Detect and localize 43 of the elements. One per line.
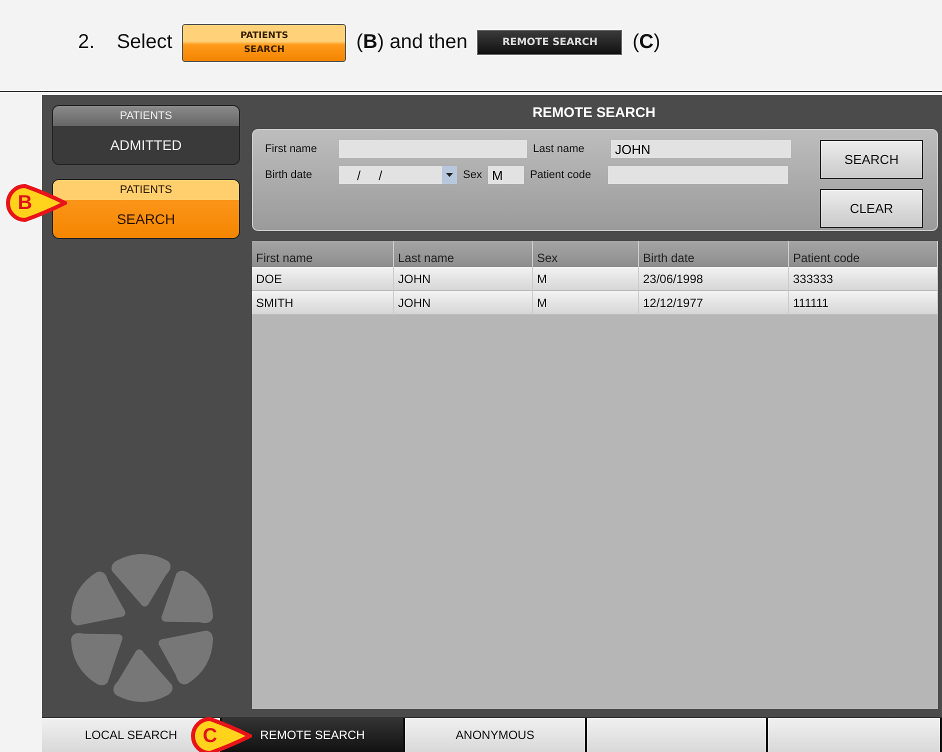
instruction-text: (C) (632, 31, 660, 54)
field-label: Sex (463, 169, 482, 181)
column-header: Birth date (639, 241, 789, 267)
sidebar-button[interactable]: PATIENTS ADMITTED (52, 105, 240, 165)
birth-date-field[interactable]: / / (339, 166, 457, 184)
dropdown-caret-icon (446, 173, 453, 177)
action-button[interactable]: SEARCH (820, 140, 923, 179)
table-cell: SMITH (252, 291, 394, 315)
instruction-text: (B) and then (356, 31, 468, 54)
patients-search-button-image: PATIENTS SEARCH (182, 24, 346, 62)
bottom-tab[interactable]: ANONYMOUS (405, 718, 587, 752)
last-name-field[interactable]: JOHN (611, 140, 791, 158)
column-header: Patient code (789, 241, 938, 267)
instruction-text: Select (116, 31, 172, 54)
field-label: Last name (533, 143, 586, 155)
callout-marker-overlay: B (5, 183, 67, 223)
table-cell: JOHN (394, 291, 533, 315)
sidebar-button[interactable]: PATIENTS SEARCH (52, 179, 240, 239)
table-cell: 12/12/1977 (639, 291, 789, 315)
field-label: First name (265, 143, 318, 155)
field-label: Patient code (530, 169, 592, 181)
panel-title: REMOTE SEARCH (532, 103, 656, 122)
column-header: Sex (533, 241, 639, 267)
table-cell: DOE (252, 267, 394, 291)
table-cell: JOHN (394, 267, 533, 291)
bottom-tab[interactable]: REMOTE SEARCH (222, 718, 405, 752)
callout-marker-overlay: C (190, 716, 252, 752)
table-cell: 111111 (789, 291, 938, 315)
column-header: First name (252, 241, 394, 267)
action-button[interactable]: CLEAR (820, 189, 923, 228)
bottom-tab[interactable] (587, 718, 768, 752)
bottom-tab[interactable] (768, 718, 942, 752)
first-name-field[interactable] (339, 140, 527, 158)
table-cell: M (533, 291, 639, 315)
column-header: Last name (394, 241, 533, 267)
remote-search-button-image: REMOTE SEARCH (477, 30, 622, 55)
table-cell: M (533, 267, 639, 291)
table-cell: 333333 (789, 267, 938, 291)
sex-field[interactable]: M (488, 166, 524, 184)
field-label: Birth date (265, 169, 314, 181)
patient-code-field[interactable] (608, 166, 788, 184)
step-number: 2. (78, 31, 95, 54)
table-cell: 23/06/1998 (639, 267, 789, 291)
